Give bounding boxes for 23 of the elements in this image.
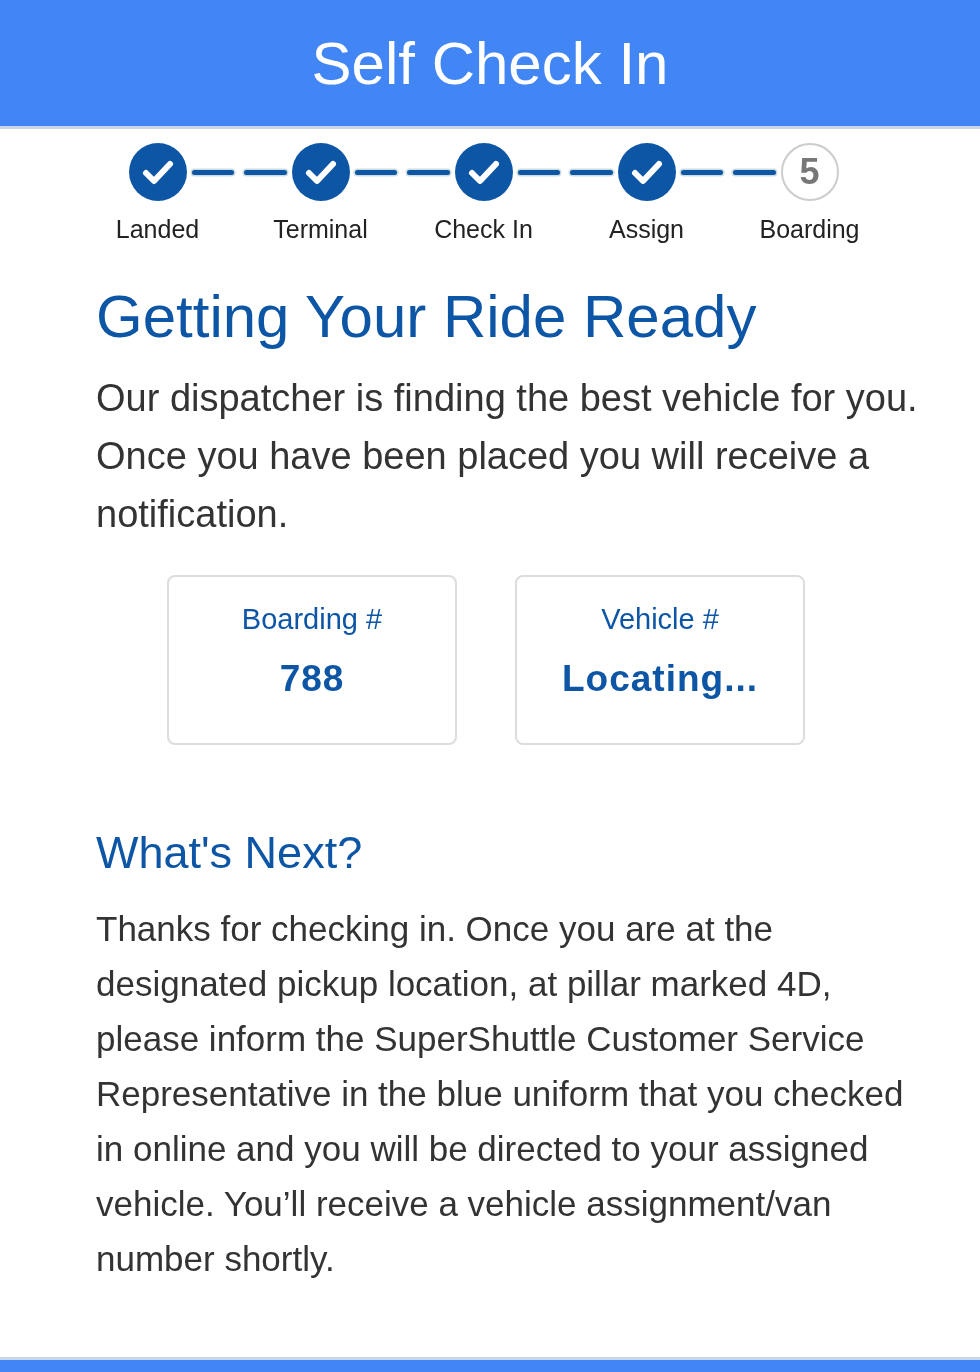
step-connector xyxy=(244,169,287,175)
step-connector xyxy=(407,169,450,175)
instructions-text: Thanks for checking in. Once you are at the designated pickup location, at pillar marked 4D, please inform the SuperShuttle Customer Service Representative in the blue uniform that you checked in online and you will be directed to your assigned vehicle. You’ll receive a vehicle assignment/van number shortly. xyxy=(96,908,905,1280)
step-connector xyxy=(191,169,234,175)
step-label: Check In xyxy=(434,215,533,244)
step-label: Boarding xyxy=(759,215,860,244)
section-heading: Getting Your Ride Ready xyxy=(96,282,758,351)
section-heading: What's Next? xyxy=(96,827,364,879)
page-title: Self Check In xyxy=(311,28,669,98)
step-label: Assign xyxy=(608,215,684,244)
step-connector xyxy=(570,169,613,175)
step-label: Terminal xyxy=(273,215,368,244)
step-connector xyxy=(680,169,723,175)
step-connector xyxy=(354,169,397,175)
card-value: Locating... xyxy=(562,658,758,700)
step-number: 5 xyxy=(780,143,839,201)
step-label: Landed xyxy=(115,215,200,244)
card-label: Vehicle # xyxy=(601,603,719,636)
card-value: 788 xyxy=(279,658,345,700)
card-label: Boarding # xyxy=(241,603,383,636)
step-connector xyxy=(517,169,560,175)
step-connector xyxy=(733,169,776,175)
intro-text: Our dispatcher is finding the best vehicle for you. Once you have been placed you will receive a notification. xyxy=(96,376,919,537)
